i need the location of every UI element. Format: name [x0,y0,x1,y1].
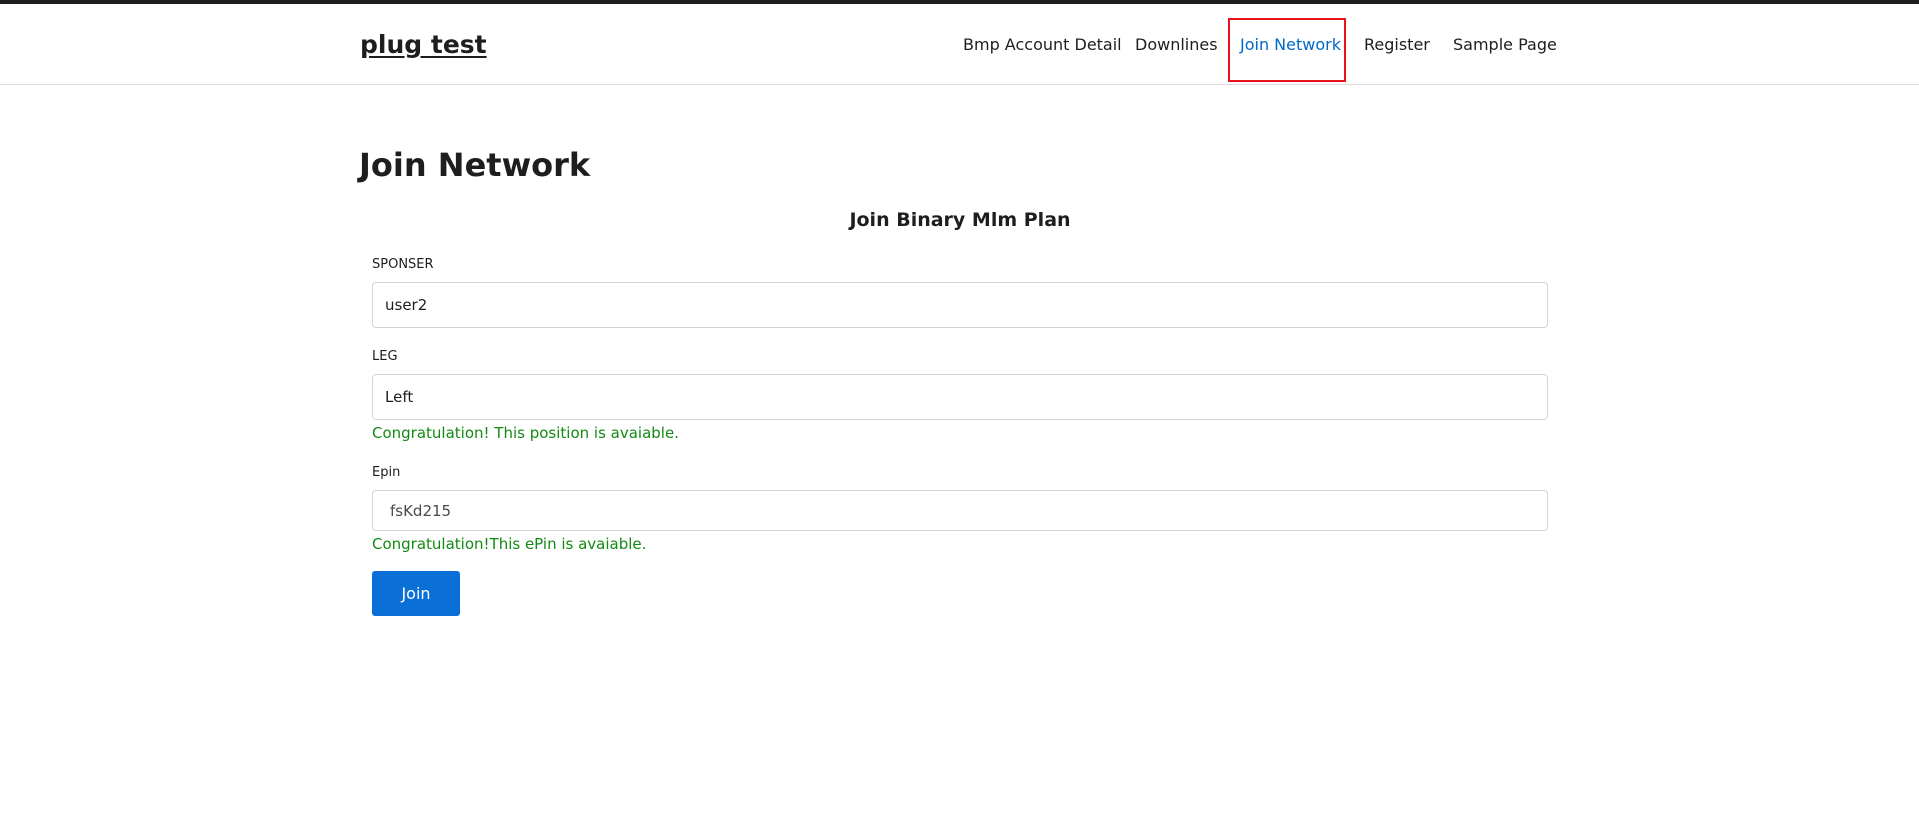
epin-availability-message: Congratulation!This ePin is avaiable. [372,535,647,553]
page-title: Join Network [359,146,591,184]
primary-nav: Bmp Account Detail Downlines Join Networ… [0,4,1919,85]
leg-input[interactable] [372,374,1548,420]
nav-item-register[interactable]: Register [1364,35,1430,54]
epin-input[interactable] [372,490,1548,531]
nav-highlight-box [1228,18,1346,82]
sponser-label: SPONSER [372,257,434,272]
leg-label: LEG [372,349,398,364]
nav-item-sample-page[interactable]: Sample Page [1453,35,1557,54]
epin-label: Epin [372,465,401,480]
site-header: plug test Bmp Account Detail Downlines J… [0,4,1919,85]
nav-item-downlines[interactable]: Downlines [1135,35,1218,54]
form-title: Join Binary Mlm Plan [849,209,1071,231]
sponser-input[interactable] [372,282,1548,328]
nav-item-bmp-account-detail[interactable]: Bmp Account Detail [963,35,1122,54]
leg-availability-message: Congratulation! This position is avaiabl… [372,424,679,442]
join-button[interactable]: Join [372,571,460,616]
